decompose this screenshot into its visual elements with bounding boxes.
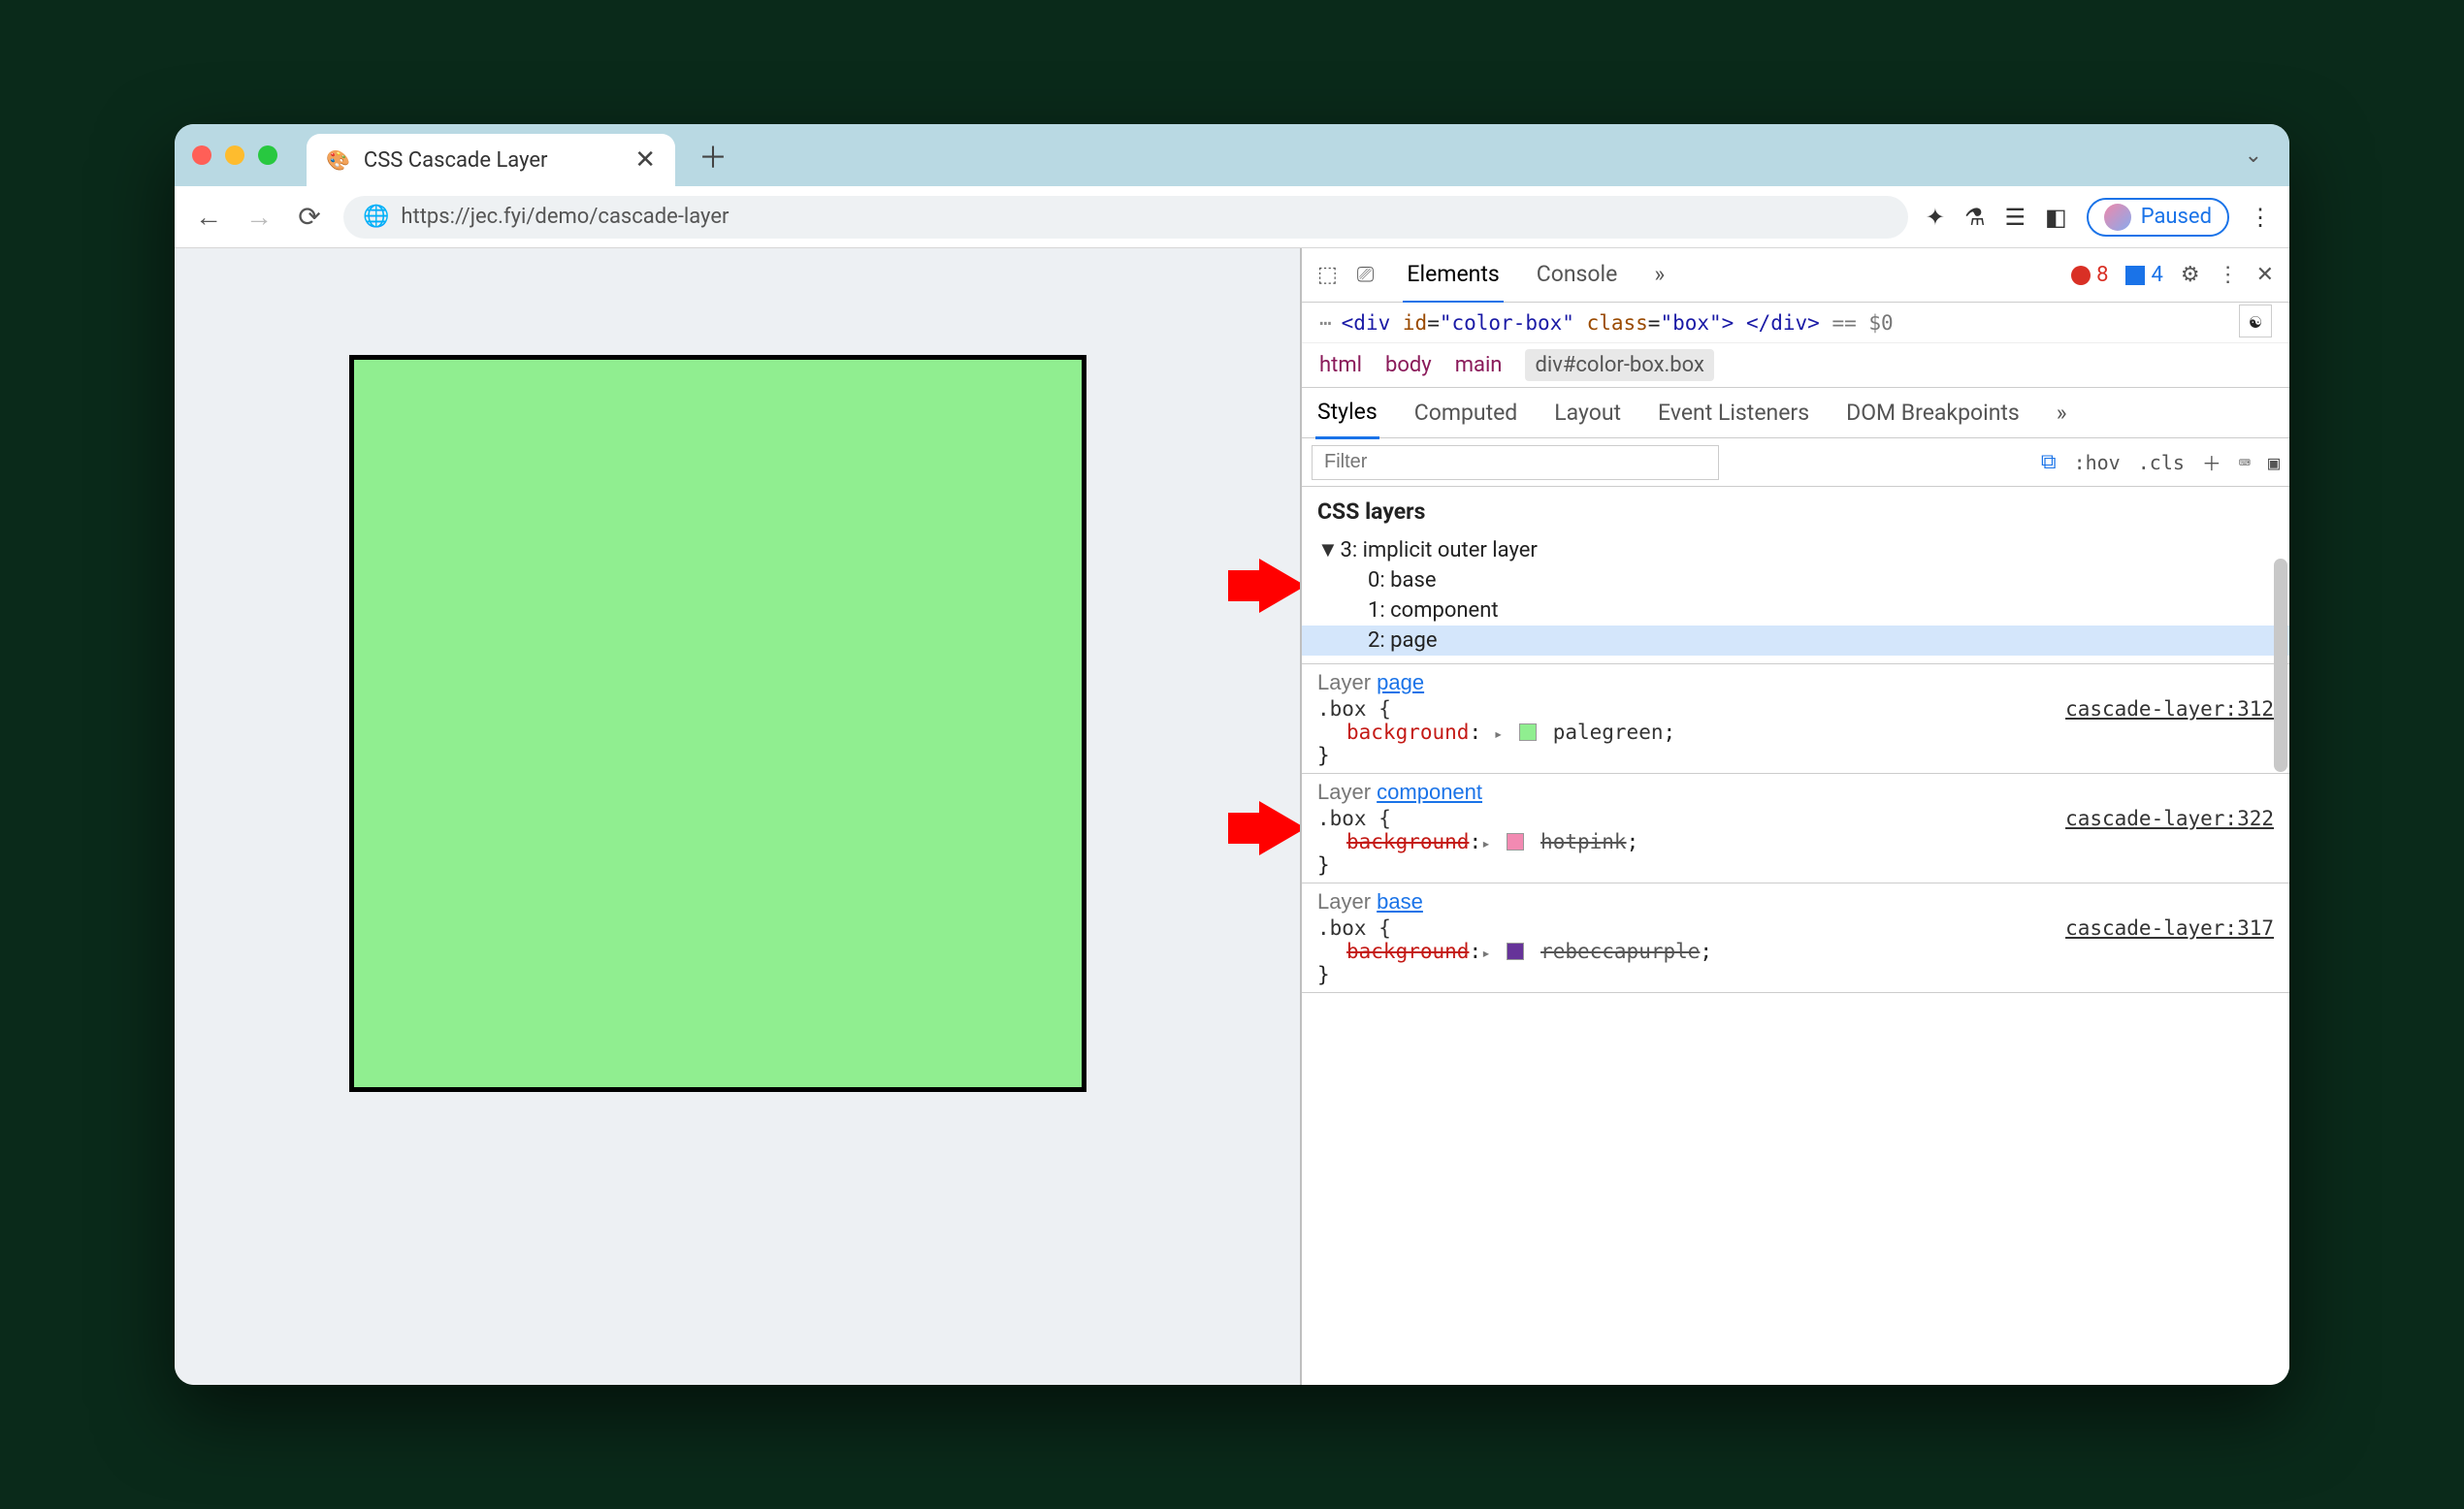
tab-elements[interactable]: Elements xyxy=(1403,247,1503,304)
toolbar-actions: ✦ ⚗ ☰ ◧ Paused ⋮ xyxy=(1926,198,2272,237)
subtab-layout[interactable]: Layout xyxy=(1552,388,1623,437)
paused-label: Paused xyxy=(2141,205,2212,229)
close-window-button[interactable] xyxy=(192,145,211,165)
breadcrumb-main[interactable]: main xyxy=(1455,353,1503,377)
devtools-toolbar: ⬚ ⎚ Elements Console » 8 4 ⚙ ⋮ ✕ xyxy=(1302,248,2289,303)
scrollbar[interactable] xyxy=(2274,559,2287,772)
breadcrumb-html[interactable]: html xyxy=(1319,353,1362,377)
layer-outer[interactable]: ▼ 3: implicit outer layer xyxy=(1317,534,2274,565)
css-layers-title: CSS layers xyxy=(1317,493,2274,534)
info-count-badge[interactable]: 4 xyxy=(2125,263,2162,287)
annotation-arrow-icon xyxy=(1259,559,1306,613)
settings-icon[interactable]: ⚙ xyxy=(2181,263,2200,287)
inspect-icon[interactable]: ⬚ xyxy=(1317,263,1338,287)
tabs-dropdown-icon[interactable]: ⌄ xyxy=(2245,144,2262,168)
error-count-badge[interactable]: 8 xyxy=(2071,263,2108,287)
layer-item-base[interactable]: 0: base xyxy=(1368,565,2274,595)
flask-icon[interactable]: ⚗ xyxy=(1964,204,1986,231)
browser-window: 🎨 CSS Cascade Layer ✕ ＋ ⌄ ← → ⟳ 🌐 https:… xyxy=(175,124,2289,1385)
rule-block[interactable]: Layer base .box { cascade-layer:317 back… xyxy=(1302,883,2289,993)
source-link[interactable]: cascade-layer:312 xyxy=(2065,697,2274,721)
new-rule-icon[interactable]: ＋ xyxy=(2202,448,2221,476)
color-swatch-icon[interactable] xyxy=(1507,833,1524,851)
subtab-event-listeners[interactable]: Event Listeners xyxy=(1656,388,1811,437)
tab-console[interactable]: Console xyxy=(1533,247,1622,304)
window-controls xyxy=(192,145,277,165)
layer-link-base[interactable]: base xyxy=(1377,889,1423,914)
styles-subtabs: Styles Computed Layout Event Listeners D… xyxy=(1302,388,2289,438)
rule-selector: .box { xyxy=(1317,916,1391,940)
breadcrumb: html body main div#color-box.box xyxy=(1302,343,2289,388)
layer-item-component[interactable]: 1: component xyxy=(1368,595,2274,626)
page-viewport xyxy=(175,248,1300,1385)
avatar-icon xyxy=(2104,204,2131,231)
debugger-paused-pill[interactable]: Paused xyxy=(2087,198,2229,237)
subtab-styles[interactable]: Styles xyxy=(1315,387,1379,439)
caret-down-icon: ▼ xyxy=(1317,537,1335,562)
annotation-arrow-icon xyxy=(1259,801,1306,855)
tab-overflow-icon[interactable]: » xyxy=(1650,247,1669,304)
css-layers-section: CSS layers ▼ 3: implicit outer layer 0: … xyxy=(1302,487,2289,664)
css-value: hotpink xyxy=(1540,830,1627,853)
minimize-window-button[interactable] xyxy=(225,145,244,165)
color-swatch-icon[interactable] xyxy=(1507,943,1524,960)
devtools-main-tabs: Elements Console » xyxy=(1403,247,1669,304)
subtab-dom-breakpoints[interactable]: DOM Breakpoints xyxy=(1844,388,2022,437)
paint-icon[interactable]: ⌨ xyxy=(2239,451,2251,474)
style-rules: Layer page .box { cascade-layer:312 back… xyxy=(1302,664,2289,1385)
rule-selector: .box { xyxy=(1317,697,1391,721)
tab-strip: 🎨 CSS Cascade Layer ✕ ＋ ⌄ xyxy=(175,124,2289,186)
playlist-icon[interactable]: ☰ xyxy=(2005,204,2026,231)
layer-link-component[interactable]: component xyxy=(1377,780,1482,804)
rule-block[interactable]: Layer component .box { cascade-layer:322… xyxy=(1302,774,2289,883)
panel-icon[interactable]: ◧ xyxy=(2045,204,2067,231)
source-link[interactable]: cascade-layer:317 xyxy=(2065,916,2274,940)
elements-dom-line[interactable]: ⋯ <div id="color-box" class="box"> </div… xyxy=(1302,303,2289,343)
css-property: background xyxy=(1346,830,1469,853)
toggle-layers-icon[interactable]: ⧉ xyxy=(2041,450,2057,474)
css-value: rebeccapurple xyxy=(1540,940,1700,963)
extensions-icon[interactable]: ✦ xyxy=(1926,204,1945,231)
new-tab-button[interactable]: ＋ xyxy=(698,134,728,177)
subtab-computed[interactable]: Computed xyxy=(1412,388,1520,437)
rule-block[interactable]: Layer page .box { cascade-layer:312 back… xyxy=(1302,664,2289,774)
css-property: background xyxy=(1346,940,1469,963)
site-info-icon[interactable]: 🌐 xyxy=(363,205,389,229)
rule-selector: .box { xyxy=(1317,807,1391,830)
tab-title: CSS Cascade Layer xyxy=(364,148,621,173)
kebab-menu-icon[interactable]: ⋮ xyxy=(2249,204,2272,231)
address-bar[interactable]: 🌐 https://jec.fyi/demo/cascade-layer xyxy=(343,196,1908,239)
computed-panel-icon[interactable]: ▣ xyxy=(2268,451,2280,474)
layer-item-page[interactable]: 2: page xyxy=(1302,626,2289,656)
reload-button[interactable]: ⟳ xyxy=(293,201,326,233)
source-link[interactable]: cascade-layer:322 xyxy=(2065,807,2274,830)
color-swatch-icon[interactable] xyxy=(1519,723,1537,741)
content-area: ⬚ ⎚ Elements Console » 8 4 ⚙ ⋮ ✕ ⋯ xyxy=(175,248,2289,1385)
browser-toolbar: ← → ⟳ 🌐 https://jec.fyi/demo/cascade-lay… xyxy=(175,186,2289,248)
device-toggle-icon[interactable]: ⎚ xyxy=(1357,263,1375,287)
tab-favicon-icon: 🎨 xyxy=(326,148,350,172)
hov-toggle[interactable]: :hov xyxy=(2074,451,2121,474)
more-icon[interactable]: ⋮ xyxy=(2218,263,2239,287)
styles-filter-input[interactable] xyxy=(1312,445,1719,480)
subtab-overflow-icon[interactable]: » xyxy=(2055,388,2069,437)
browser-tab[interactable]: 🎨 CSS Cascade Layer ✕ xyxy=(307,134,675,186)
cls-toggle[interactable]: .cls xyxy=(2138,451,2185,474)
ellipsis-icon: ⋯ xyxy=(1319,311,1332,335)
back-button[interactable]: ← xyxy=(192,201,225,233)
url-text: https://jec.fyi/demo/cascade-layer xyxy=(401,205,729,229)
accessibility-icon[interactable]: ☯ xyxy=(2239,305,2272,337)
close-devtools-icon[interactable]: ✕ xyxy=(2256,263,2274,287)
styles-filter-row: ⧉ :hov .cls ＋ ⌨ ▣ xyxy=(1302,438,2289,487)
breadcrumb-body[interactable]: body xyxy=(1385,353,1432,377)
tab-close-icon[interactable]: ✕ xyxy=(634,145,656,175)
css-property: background xyxy=(1346,721,1469,744)
breadcrumb-selected[interactable]: div#color-box.box xyxy=(1525,349,1713,381)
css-value: palegreen xyxy=(1553,721,1664,744)
layer-link-page[interactable]: page xyxy=(1377,670,1424,694)
color-box xyxy=(349,355,1086,1092)
maximize-window-button[interactable] xyxy=(258,145,277,165)
forward-button[interactable]: → xyxy=(243,201,276,233)
devtools-panel: ⬚ ⎚ Elements Console » 8 4 ⚙ ⋮ ✕ ⋯ xyxy=(1300,248,2289,1385)
